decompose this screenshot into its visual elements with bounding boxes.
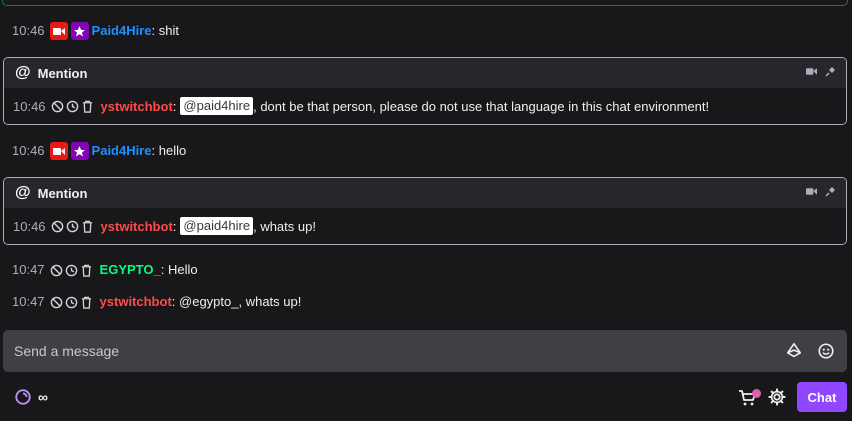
ban-icon[interactable] [50,296,63,309]
camera-icon[interactable] [806,67,817,76]
timestamp: 10:47 [12,294,45,309]
at-sign-icon: @ [15,64,31,81]
timeout-icon[interactable] [65,264,78,277]
username[interactable]: ystwitchbot [101,219,173,234]
settings-gear-icon[interactable] [768,388,786,409]
broadcaster-badge-icon[interactable] [49,142,68,160]
at-sign-icon: @ [15,184,31,201]
timestamp: 10:46 [13,98,46,114]
message-text: shit [155,23,179,38]
chat-line[interactable]: 10:47 EGYPTO_ : Hello [12,259,198,281]
delete-icon[interactable] [80,296,93,309]
channel-points[interactable]: ∞ [14,388,48,406]
mention-title: Mention [37,185,88,201]
pin-icon[interactable] [825,187,835,197]
timestamp: 10:46 [12,143,45,158]
mention-highlight: @ Mention 10:46 ystwitchbot : @paid4hire… [3,177,847,245]
pin-icon[interactable] [825,67,835,77]
timeout-icon[interactable] [66,220,79,233]
timestamp: 10:46 [13,218,46,234]
name-separator: : [172,218,177,234]
chat-input-wrapper [3,330,847,372]
username[interactable]: ystwitchbot [100,291,172,313]
chat-line[interactable]: 10:47 ystwitchbot : @egypto_, whats up! [12,291,301,313]
message-text: , whats up! [253,218,316,234]
mention-header: @ Mention [4,58,846,88]
delete-icon[interactable] [81,100,94,113]
ban-icon[interactable] [51,220,64,233]
chat-panel: 10:46 Paid4Hire : shit @ Mention 10:46 y… [0,0,852,421]
message-text: @egypto_, whats up! [175,294,302,309]
mention-title: Mention [37,65,88,81]
channel-points-icon [15,389,31,405]
vip-star-badge-icon[interactable] [70,142,89,160]
store-button[interactable] [738,386,764,408]
name-separator: : [172,98,177,114]
mention-message[interactable]: 10:46 ystwitchbot : @paid4hire , dont be… [4,88,846,124]
mention-header: @ Mention [4,178,846,208]
previous-highlight-edge [2,0,848,6]
chat-footer: ∞ Chat [0,380,852,414]
ban-icon[interactable] [51,100,64,113]
send-message-input[interactable] [14,343,754,359]
mention-tag[interactable]: @paid4hire [180,97,254,115]
chat-line[interactable]: 10:46 Paid4Hire : shit [12,20,179,42]
timestamp: 10:46 [12,23,45,38]
message-text: Hello [164,262,198,277]
broadcaster-badge-icon[interactable] [49,22,68,40]
emote-smiley-icon[interactable] [817,342,835,360]
username[interactable]: Paid4Hire [92,20,152,42]
mention-highlight: @ Mention 10:46 ystwitchbot : @paid4hire… [3,57,847,125]
delete-icon[interactable] [80,264,93,277]
points-balance: ∞ [38,389,48,405]
mention-message[interactable]: 10:46 ystwitchbot : @paid4hire , whats u… [4,208,846,244]
username[interactable]: EGYPTO_ [100,259,161,281]
vip-star-badge-icon[interactable] [70,22,89,40]
notification-dot [752,389,761,398]
bits-icon[interactable] [785,342,803,360]
timeout-icon[interactable] [66,100,79,113]
camera-icon[interactable] [806,187,817,196]
delete-icon[interactable] [81,220,94,233]
timeout-icon[interactable] [65,296,78,309]
chat-send-button[interactable]: Chat [797,382,847,412]
username[interactable]: ystwitchbot [101,99,173,114]
message-text: , dont be that person, please do not use… [253,98,710,114]
timestamp: 10:47 [12,262,45,277]
message-text: hello [155,143,187,158]
chat-line[interactable]: 10:46 Paid4Hire : hello [12,140,186,162]
username[interactable]: Paid4Hire [92,140,152,162]
mention-tag[interactable]: @paid4hire [180,217,254,235]
ban-icon[interactable] [50,264,63,277]
